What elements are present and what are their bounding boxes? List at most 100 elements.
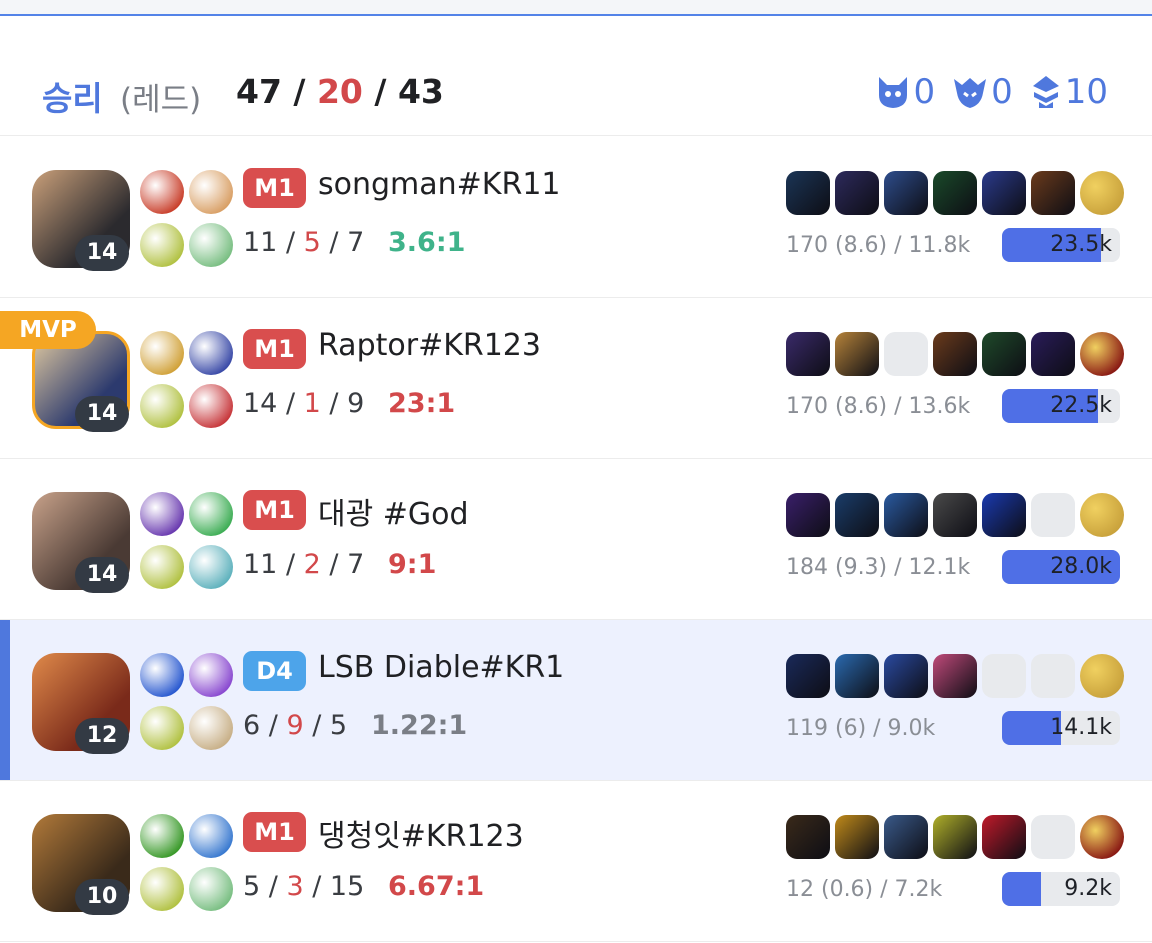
assists: 5 — [329, 710, 348, 741]
objective-dragon: 0 — [953, 72, 1013, 112]
kills: 11 — [243, 549, 278, 580]
summoner-spell-icon — [140, 331, 184, 375]
current-user-indicator — [0, 620, 10, 780]
secondary-rune-icon — [189, 706, 233, 750]
item-slot — [982, 171, 1026, 215]
objectives: 0 0 10 — [877, 72, 1108, 112]
summoner-spell-icon — [189, 492, 233, 536]
trinket-slot — [1080, 654, 1124, 698]
trinket-slot — [1080, 815, 1124, 859]
item-slot — [786, 493, 830, 537]
damage-bar-fill — [1002, 872, 1041, 906]
item-build — [786, 654, 1124, 698]
item-slot — [835, 493, 879, 537]
item-slot — [1031, 815, 1075, 859]
player-row[interactable]: 14 M1 대광 #God 11 / 2 / 7 9:1 184 (9.3) / 12.1… — [0, 459, 1152, 620]
item-slot — [884, 171, 928, 215]
damage-value: 23.5k — [1050, 232, 1112, 257]
item-build — [786, 332, 1124, 376]
item-build — [786, 493, 1124, 537]
kda-ratio: 1.22:1 — [371, 710, 468, 741]
kda-ratio: 9:1 — [388, 549, 437, 580]
item-slot — [982, 815, 1026, 859]
keystone-rune-icon — [140, 867, 184, 911]
deaths: 5 — [303, 227, 321, 258]
item-slot — [835, 654, 879, 698]
team-assists: 43 — [397, 72, 444, 111]
kills: 6 — [243, 710, 261, 741]
summoner-name[interactable]: Raptor#KR123 — [318, 328, 541, 363]
cs-gold-stats: 170 (8.6) / 11.8k — [786, 233, 971, 258]
player-row[interactable]: 14 M1 songman#KR11 11 / 5 / 7 3.6:1 170 (8.6)… — [0, 137, 1152, 298]
player-kda: 5 / 3 / 15 — [243, 871, 365, 902]
team-kills: 47 — [236, 72, 282, 111]
objective-baron: 0 — [877, 72, 935, 112]
item-build — [786, 815, 1124, 859]
top-bar — [0, 0, 1152, 16]
keystone-rune-icon — [140, 706, 184, 750]
team-summary-header: 승리 (레드) 47 / 20 / 43 0 0 10 — [0, 16, 1152, 136]
item-slot — [1031, 493, 1075, 537]
dragon-icon — [954, 78, 987, 108]
assists: 7 — [347, 549, 365, 580]
summoner-spell-icon — [140, 814, 184, 858]
summoner-name[interactable]: 대광 #God — [318, 489, 469, 533]
summoner-name[interactable]: 댕청잇#KR123 — [318, 811, 524, 855]
player-kda: 11 / 2 / 7 — [243, 549, 365, 580]
mvp-badge: MVP — [0, 311, 96, 349]
tower-icon — [1032, 76, 1059, 108]
summoner-spell-icon — [140, 492, 184, 536]
assists: 7 — [347, 227, 365, 258]
dragon-count: 0 — [991, 72, 1013, 112]
damage-value: 9.2k — [1064, 876, 1112, 901]
item-slot — [982, 493, 1026, 537]
tier-badge: M1 — [243, 490, 306, 530]
item-slot — [786, 815, 830, 859]
deaths: 2 — [303, 549, 321, 580]
kills: 14 — [243, 388, 278, 419]
secondary-rune-icon — [189, 384, 233, 428]
summoner-name[interactable]: songman#KR11 — [318, 167, 561, 202]
deaths: 1 — [303, 388, 321, 419]
item-slot — [982, 654, 1026, 698]
item-slot — [933, 493, 977, 537]
item-slot — [1031, 332, 1075, 376]
damage-bar: 28.0k — [1002, 550, 1120, 584]
champion-level-badge: 10 — [75, 879, 129, 915]
item-slot — [884, 815, 928, 859]
match-result: 승리 — [42, 79, 103, 118]
kills: 11 — [243, 227, 278, 258]
player-kda: 6 / 9 / 5 — [243, 710, 348, 741]
kda-ratio: 6.67:1 — [388, 871, 485, 902]
damage-value: 14.1k — [1050, 715, 1112, 740]
secondary-rune-icon — [189, 545, 233, 589]
player-row[interactable]: 14 MVP M1 Raptor#KR123 14 / 1 / 9 23:1 170 (8.… — [0, 298, 1152, 459]
trinket-slot — [1080, 493, 1124, 537]
item-slot — [982, 332, 1026, 376]
keystone-rune-icon — [140, 545, 184, 589]
champion-level-badge: 12 — [75, 718, 129, 754]
player-kda: 14 / 1 / 9 — [243, 388, 365, 419]
kda-ratio: 23:1 — [388, 388, 456, 419]
deaths: 3 — [286, 871, 304, 902]
item-slot — [933, 815, 977, 859]
cs-gold-stats: 170 (8.6) / 13.6k — [786, 394, 971, 419]
player-row[interactable]: 10 M1 댕청잇#KR123 5 / 3 / 15 6.67:1 12 (0.6) / … — [0, 781, 1152, 942]
summoner-spell-icon — [189, 653, 233, 697]
item-slot — [884, 493, 928, 537]
item-slot — [884, 654, 928, 698]
item-slot — [884, 332, 928, 376]
item-slot — [835, 815, 879, 859]
tier-badge: M1 — [243, 168, 306, 208]
summoner-spell-icon — [189, 331, 233, 375]
item-build — [786, 171, 1124, 215]
damage-value: 28.0k — [1050, 554, 1112, 579]
champion-level-badge: 14 — [75, 557, 129, 593]
summoner-spell-icon — [140, 170, 184, 214]
trinket-slot — [1080, 171, 1124, 215]
damage-bar: 22.5k — [1002, 389, 1120, 423]
player-row[interactable]: 12 D4 LSB Diable#KR1 6 / 9 / 5 1.22:1 119 (6)… — [0, 620, 1152, 781]
summoner-name[interactable]: LSB Diable#KR1 — [318, 650, 564, 685]
secondary-rune-icon — [189, 867, 233, 911]
item-slot — [933, 654, 977, 698]
